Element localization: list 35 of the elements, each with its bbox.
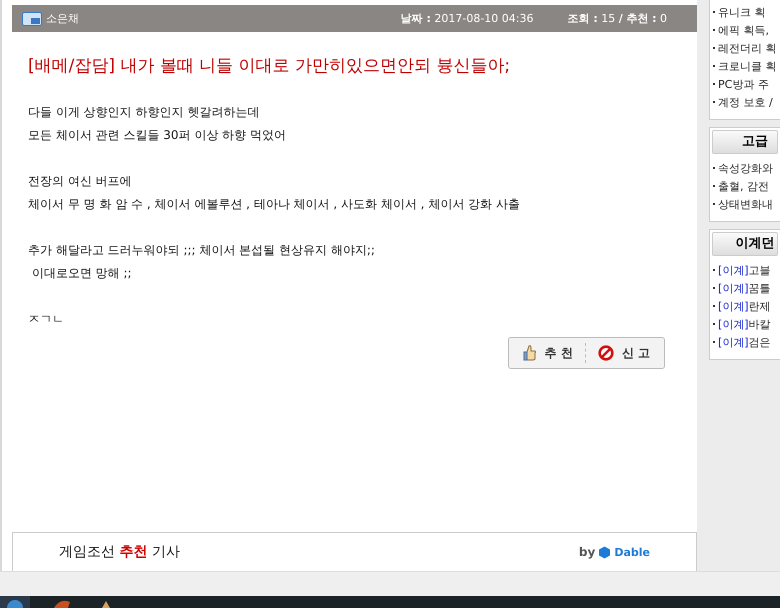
sidebar-link[interactable]: [이계]검은	[718, 334, 771, 350]
sidebar-link[interactable]: PC방과 주	[718, 76, 769, 92]
sidebar-heading: 고급	[712, 130, 778, 154]
sidebar-heading: 이계던	[712, 232, 778, 256]
sidebar-link[interactable]: 상태변화내	[718, 196, 773, 212]
recommended-heading: 게임조선 추천 기사	[59, 543, 180, 562]
sidebar-link[interactable]: 계정 보호 /	[718, 94, 773, 110]
thumbs-up-icon	[522, 345, 537, 361]
sidebar-link[interactable]: 유니크 획	[718, 4, 766, 20]
sidebar-link[interactable]: [이계]고블	[718, 262, 771, 278]
level-badge-icon	[22, 12, 42, 26]
body-text: 체이서 무 명 화 암 수 , 체이서 에볼루션 , 테아나 체이서 , 사도화 체이서 , 체이서 강화 사출	[28, 196, 521, 213]
sidebar-link[interactable]: 레전더리 획	[718, 40, 776, 56]
sidebar-link[interactable]: 출혈, 감전	[718, 178, 769, 194]
sidebar-link[interactable]: 에픽 획득,	[718, 22, 769, 38]
cube-logo-icon	[598, 546, 612, 559]
body-text: 모든 체이서 관련 스킬들 30퍼 이상 하향 먹었어	[28, 127, 287, 144]
prohibited-icon	[598, 345, 614, 361]
body-text: ㅈㄱㄴ	[28, 311, 65, 328]
body-text: 전장의 여신 버프에	[28, 173, 133, 190]
by-label: by	[578, 545, 596, 560]
sidebar-link[interactable]: [이계]바칼	[718, 316, 771, 332]
sidebar-link[interactable]: 속성강화와	[718, 160, 773, 176]
sidebar-link[interactable]: 크로니클 획	[718, 58, 776, 74]
post-title: [배메/잡담] 내가 볼때 니들 이대로 가만히있으면안되 븅신들아;	[28, 55, 512, 77]
post-date: 날짜 : 2017-08-10 04:36	[400, 11, 534, 26]
sidebar-link[interactable]: [이계]꿈틀	[718, 280, 771, 296]
post-stats: 조회 : 15 / 추천 : 0	[568, 11, 667, 26]
body-text: 이대로오면 망해 ;;	[30, 265, 133, 282]
start-orb-icon[interactable]	[0, 596, 30, 608]
brand-name: Dable	[614, 546, 650, 559]
body-text: 다들 이게 상향인지 하향인지 헷갈려하는데	[28, 104, 260, 121]
author-name: 소은채	[46, 11, 79, 26]
sidebar-link[interactable]: [이계]란제	[718, 298, 771, 314]
body-text: 추가 해달라고 드러누워야되 ;;; 체이서 본섭될 현상유지 해야지;;	[28, 242, 376, 259]
